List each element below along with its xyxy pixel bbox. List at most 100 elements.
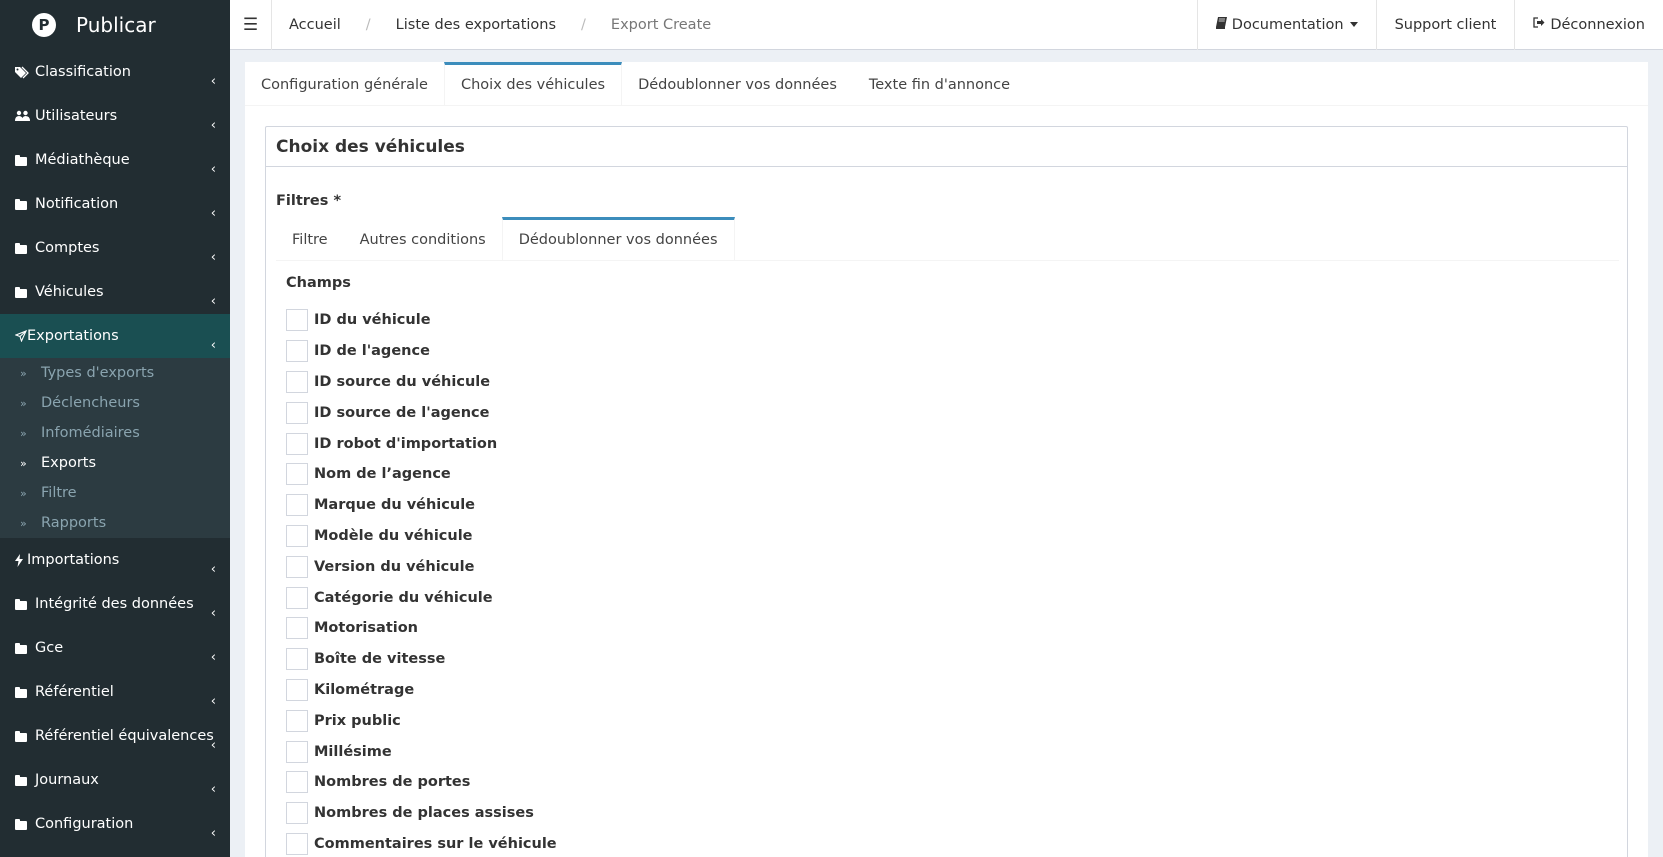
logout-button[interactable]: Déconnexion	[1514, 0, 1663, 50]
subtab-autres-conditions[interactable]: Autres conditions	[344, 217, 502, 260]
checkbox[interactable]	[286, 340, 308, 363]
sidebar-item-label: Gce	[35, 640, 64, 656]
breadcrumb-current: Export Create	[610, 16, 712, 33]
submenu-item-label: Filtre	[41, 485, 77, 501]
field-row[interactable]: Kilométrage	[286, 675, 557, 706]
field-label: Millésime	[314, 743, 392, 760]
checkbox[interactable]	[286, 432, 308, 455]
field-row[interactable]: ID source du véhicule	[286, 367, 557, 398]
logout-label: Déconnexion	[1550, 16, 1645, 33]
field-label: Catégorie du véhicule	[314, 589, 493, 606]
sidebar-item-classification[interactable]: Classification ‹	[0, 50, 230, 94]
checkbox[interactable]	[286, 617, 308, 640]
field-row[interactable]: Boîte de vitesse	[286, 644, 557, 675]
field-row[interactable]: ID de l'agence	[286, 336, 557, 367]
submenu-item-exports[interactable]: » Exports	[0, 448, 230, 478]
breadcrumb-exports-list[interactable]: Liste des exportations	[396, 17, 556, 33]
vehicle-choice-box: Choix des véhicules Filtres * Filtre Aut…	[265, 126, 1628, 857]
champs-label: Champs	[286, 275, 351, 291]
submenu-item-declencheurs[interactable]: » Déclencheurs	[0, 388, 230, 418]
field-row[interactable]: Marque du véhicule	[286, 490, 557, 521]
sidebar-item-label: Exportations	[27, 328, 119, 344]
folder-icon	[15, 154, 31, 166]
support-link[interactable]: Support client	[1375, 0, 1515, 50]
sidebar-item-gce[interactable]: Gce ‹	[0, 626, 230, 670]
sidebar-item-notification[interactable]: Notification ‹	[0, 182, 230, 226]
checkbox[interactable]	[286, 771, 308, 794]
chevron-left-icon: ‹	[210, 562, 216, 577]
sidebar-item-comptes[interactable]: Comptes ‹	[0, 226, 230, 270]
tab-dedoublonner[interactable]: Dédoublonner vos données	[622, 62, 853, 105]
submenu-item-types-exports[interactable]: » Types d'exports	[0, 358, 230, 388]
subtab-filtre[interactable]: Filtre	[276, 217, 344, 260]
sidebar-item-utilisateurs[interactable]: Utilisateurs ‹	[0, 94, 230, 138]
field-row[interactable]: Nombres de portes	[286, 767, 557, 798]
folder-icon	[15, 818, 31, 830]
checkbox[interactable]	[286, 524, 308, 547]
checkbox[interactable]	[286, 678, 308, 701]
sidebar-item-journaux[interactable]: Journaux ‹	[0, 758, 230, 802]
checkbox[interactable]	[286, 648, 308, 671]
field-row[interactable]: Millésime	[286, 736, 557, 767]
field-row[interactable]: Nombres de places assises	[286, 798, 557, 829]
chevron-left-icon: ‹	[210, 782, 216, 797]
chevron-left-icon: ‹	[210, 118, 216, 133]
tab-choix-vehicules[interactable]: Choix des véhicules	[443, 62, 623, 105]
field-row[interactable]: Prix public	[286, 705, 557, 736]
tab-configuration-generale[interactable]: Configuration générale	[245, 62, 444, 105]
sidebar-item-vehicules[interactable]: Véhicules ‹	[0, 270, 230, 314]
field-row[interactable]: ID du véhicule	[286, 305, 557, 336]
folder-icon	[15, 286, 31, 298]
sidebar-item-exportations[interactable]: Exportations ‹	[0, 314, 230, 358]
sidebar-item-mediatheque[interactable]: Médiathèque ‹	[0, 138, 230, 182]
sidebar-item-referentiel[interactable]: Référentiel ‹	[0, 670, 230, 714]
field-row[interactable]: Modèle du véhicule	[286, 521, 557, 552]
checkbox[interactable]	[286, 802, 308, 825]
angle-double-right-icon: »	[20, 456, 27, 470]
checkbox[interactable]	[286, 494, 308, 517]
submenu-item-filtre[interactable]: » Filtre	[0, 478, 230, 508]
field-row[interactable]: ID source de l'agence	[286, 397, 557, 428]
chevron-down-icon: ‹	[210, 338, 216, 353]
field-row[interactable]: Version du véhicule	[286, 551, 557, 582]
breadcrumb-home[interactable]: Accueil	[289, 17, 341, 33]
chevron-left-icon: ‹	[210, 162, 216, 177]
documentation-dropdown[interactable]: Documentation	[1196, 0, 1376, 50]
sidebar-item-referentiel-equivalences[interactable]: Référentiel équivalences ‹	[0, 714, 230, 758]
submenu-item-label: Déclencheurs	[41, 395, 140, 411]
folder-icon	[15, 686, 31, 698]
main-content: Configuration générale Choix des véhicul…	[245, 62, 1648, 857]
fields-checkbox-list: ID du véhicule ID de l'agence ID source …	[286, 305, 557, 857]
field-row[interactable]: Motorisation	[286, 613, 557, 644]
checkbox[interactable]	[286, 555, 308, 578]
checkbox[interactable]	[286, 309, 308, 332]
checkbox[interactable]	[286, 586, 308, 609]
submenu-item-label: Infomédiaires	[41, 425, 140, 441]
sidebar-item-configuration[interactable]: Configuration ‹	[0, 802, 230, 846]
field-row[interactable]: ID robot d'importation	[286, 428, 557, 459]
checkbox[interactable]	[286, 463, 308, 486]
checkbox[interactable]	[286, 401, 308, 424]
checkbox[interactable]	[286, 832, 308, 855]
tab-texte-fin-annonce[interactable]: Texte fin d'annonce	[853, 62, 1026, 105]
checkbox[interactable]	[286, 709, 308, 732]
sidebar-item-importations[interactable]: Importations ‹	[0, 538, 230, 582]
field-row[interactable]: Catégorie du véhicule	[286, 582, 557, 613]
brand[interactable]: P Publicar	[0, 0, 230, 50]
menu-toggle-icon[interactable]: ☰	[230, 0, 272, 50]
field-row[interactable]: Commentaires sur le véhicule	[286, 829, 557, 857]
subtab-dedoublonner[interactable]: Dédoublonner vos données	[501, 217, 735, 260]
documentation-label: Documentation	[1231, 16, 1344, 33]
field-row[interactable]: Nom de l’agence	[286, 459, 557, 490]
checkbox[interactable]	[286, 740, 308, 763]
filter-subtabs: Filtre Autres conditions Dédoublonner vo…	[276, 217, 1619, 261]
sidebar-item-integrite[interactable]: Intégrité des données ‹	[0, 582, 230, 626]
field-label: Nombres de portes	[314, 774, 471, 791]
submenu-item-rapports[interactable]: » Rapports	[0, 508, 230, 538]
submenu-item-infomediaires[interactable]: » Infomédiaires	[0, 418, 230, 448]
breadcrumb: Accueil / Liste des exportations / Expor…	[272, 17, 711, 33]
checkbox[interactable]	[286, 370, 308, 393]
chevron-left-icon: ‹	[210, 206, 216, 221]
sidebar-item-label: Médiathèque	[35, 152, 130, 168]
box-title: Choix des véhicules	[266, 127, 1627, 167]
